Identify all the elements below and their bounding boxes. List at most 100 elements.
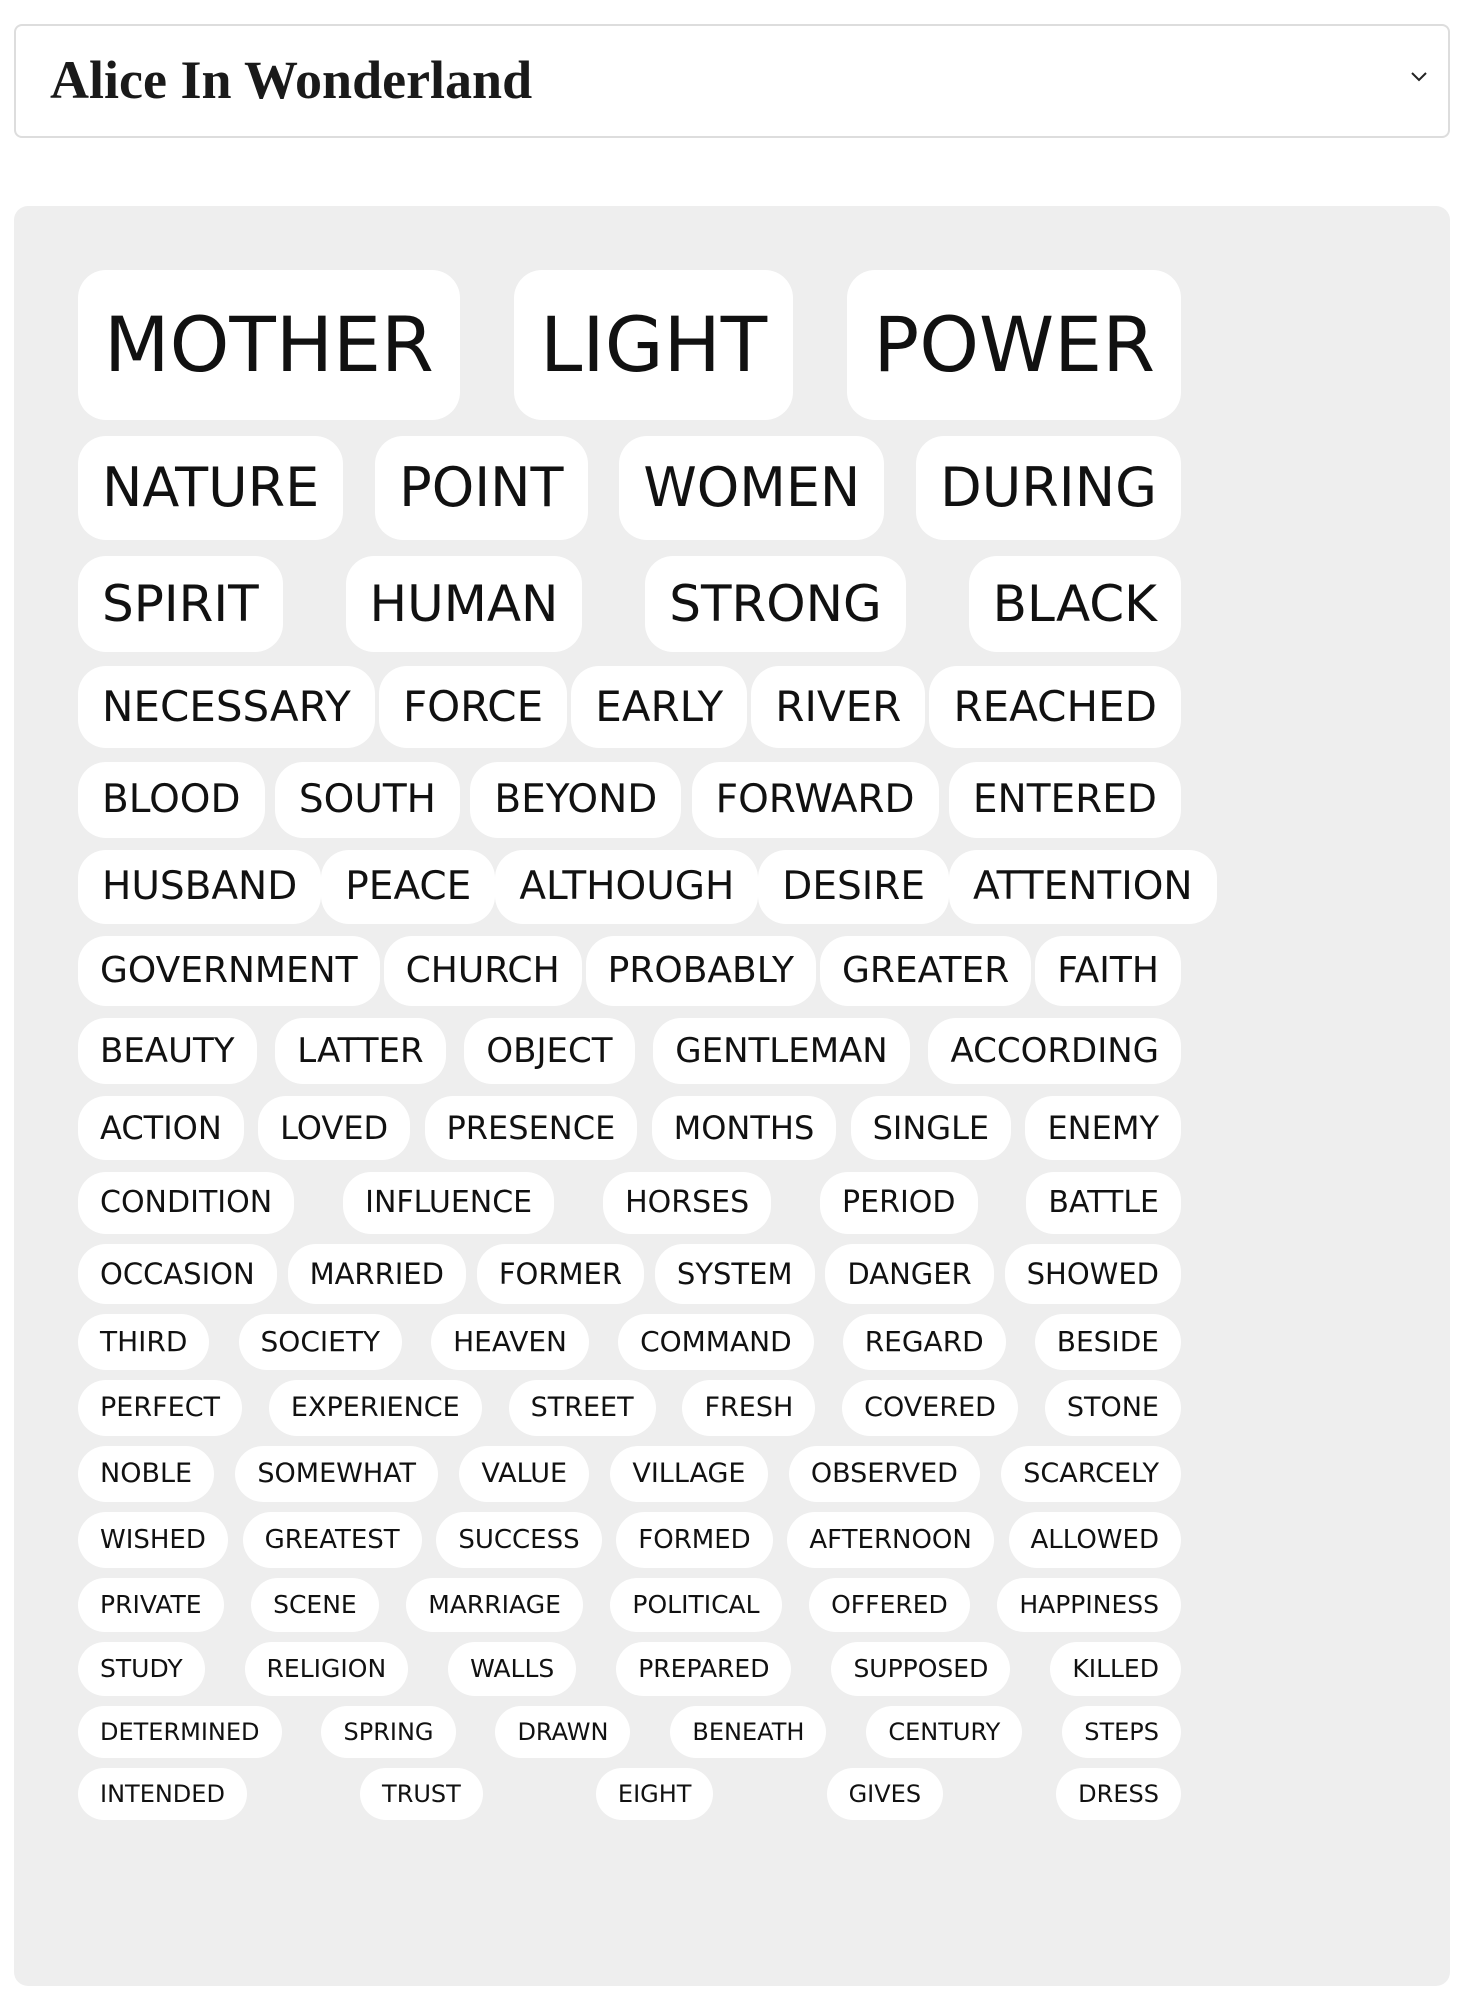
word-tag[interactable]: POLITICAL: [610, 1578, 782, 1632]
word-tag[interactable]: FAITH: [1035, 936, 1181, 1006]
word-tag[interactable]: SCARCELY: [1001, 1446, 1181, 1502]
word-tag[interactable]: OFFERED: [809, 1578, 970, 1632]
word-tag[interactable]: HORSES: [603, 1172, 772, 1234]
word-tag[interactable]: VILLAGE: [610, 1446, 768, 1502]
word-tag[interactable]: ACCORDING: [928, 1018, 1181, 1084]
word-tag[interactable]: EXPERIENCE: [268, 1380, 482, 1436]
word-tag[interactable]: MOTHER: [78, 270, 460, 420]
word-tag[interactable]: DESIRE: [758, 850, 949, 924]
word-tag[interactable]: POWER: [847, 270, 1181, 420]
word-tag[interactable]: HEAVEN: [431, 1314, 589, 1370]
word-tag[interactable]: COVERED: [842, 1380, 1018, 1436]
word-tag[interactable]: FORWARD: [691, 762, 939, 838]
word-tag[interactable]: DRAWN: [495, 1706, 631, 1758]
word-tag[interactable]: SUPPOSED: [831, 1642, 1011, 1696]
word-tag[interactable]: EARLY: [571, 666, 748, 748]
word-tag[interactable]: SHOWED: [1004, 1244, 1181, 1304]
word-tag[interactable]: SPIRIT: [78, 556, 283, 652]
word-tag[interactable]: MARRIAGE: [406, 1578, 583, 1632]
word-tag[interactable]: INFLUENCE: [343, 1172, 555, 1234]
word-tag[interactable]: RELIGION: [244, 1642, 409, 1696]
word-tag[interactable]: REACHED: [929, 666, 1181, 748]
word-tag[interactable]: SOMEWHAT: [235, 1446, 439, 1502]
word-tag[interactable]: PRESENCE: [424, 1096, 638, 1160]
word-tag[interactable]: PEACE: [321, 850, 496, 924]
word-tag[interactable]: THIRD: [78, 1314, 210, 1370]
word-tag[interactable]: WOMEN: [619, 436, 885, 540]
word-tag[interactable]: BESIDE: [1034, 1314, 1181, 1370]
word-tag[interactable]: STREET: [508, 1380, 656, 1436]
word-tag[interactable]: ALTHOUGH: [495, 850, 759, 924]
word-tag[interactable]: CHURCH: [383, 936, 582, 1006]
word-tag[interactable]: BLACK: [968, 556, 1181, 652]
word-tag[interactable]: COMMAND: [618, 1314, 814, 1370]
word-tag[interactable]: GIVES: [826, 1768, 944, 1820]
word-tag[interactable]: MONTHS: [651, 1096, 837, 1160]
word-tag[interactable]: REGARD: [842, 1314, 1006, 1370]
word-tag[interactable]: HUMAN: [345, 556, 583, 652]
word-tag[interactable]: RIVER: [751, 666, 926, 748]
word-tag[interactable]: PROBABLY: [585, 936, 816, 1006]
word-tag[interactable]: LIGHT: [513, 270, 794, 420]
word-tag[interactable]: VALUE: [459, 1446, 590, 1502]
word-tag[interactable]: EIGHT: [595, 1768, 714, 1820]
word-tag[interactable]: INTENDED: [78, 1768, 247, 1820]
word-tag[interactable]: SINGLE: [850, 1096, 1012, 1160]
word-tag[interactable]: SCENE: [251, 1578, 379, 1632]
word-tag[interactable]: WISHED: [78, 1512, 228, 1568]
word-tag[interactable]: TRUST: [360, 1768, 483, 1820]
word-tag[interactable]: POINT: [375, 436, 588, 540]
word-tag[interactable]: SYSTEM: [654, 1244, 815, 1304]
word-tag[interactable]: STEPS: [1062, 1706, 1181, 1758]
word-tag[interactable]: LOVED: [258, 1096, 411, 1160]
word-tag[interactable]: STUDY: [78, 1642, 205, 1696]
word-tag[interactable]: BEAUTY: [78, 1018, 257, 1084]
word-tag[interactable]: FORCE: [378, 666, 568, 748]
word-tag[interactable]: CONDITION: [78, 1172, 295, 1234]
word-tag[interactable]: DANGER: [825, 1244, 994, 1304]
word-tag[interactable]: PREPARED: [616, 1642, 792, 1696]
word-tag[interactable]: ATTENTION: [948, 850, 1217, 924]
word-tag[interactable]: DRESS: [1056, 1768, 1181, 1820]
word-tag[interactable]: PRIVATE: [78, 1578, 224, 1632]
word-tag[interactable]: DETERMINED: [78, 1706, 282, 1758]
word-tag[interactable]: SPRING: [321, 1706, 456, 1758]
word-tag[interactable]: BEYOND: [470, 762, 682, 838]
word-tag[interactable]: CENTURY: [866, 1706, 1023, 1758]
word-tag[interactable]: OCCASION: [78, 1244, 277, 1304]
book-select[interactable]: Alice In Wonderland: [14, 24, 1450, 138]
word-tag[interactable]: HUSBAND: [78, 850, 322, 924]
word-tag[interactable]: STRONG: [645, 556, 906, 652]
word-tag[interactable]: FORMED: [616, 1512, 773, 1568]
word-tag[interactable]: BATTLE: [1026, 1172, 1181, 1234]
word-tag[interactable]: FRESH: [682, 1380, 816, 1436]
word-tag[interactable]: NATURE: [78, 436, 344, 540]
word-tag[interactable]: LATTER: [275, 1018, 446, 1084]
word-tag[interactable]: OBSERVED: [788, 1446, 980, 1502]
word-tag[interactable]: MARRIED: [287, 1244, 466, 1304]
word-tag[interactable]: NOBLE: [78, 1446, 215, 1502]
word-tag[interactable]: ENEMY: [1025, 1096, 1181, 1160]
word-tag[interactable]: AFTERNOON: [787, 1512, 994, 1568]
word-tag[interactable]: ENTERED: [948, 762, 1181, 838]
word-tag[interactable]: PERFECT: [78, 1380, 243, 1436]
word-tag[interactable]: FORMER: [476, 1244, 644, 1304]
word-tag[interactable]: ALLOWED: [1008, 1512, 1181, 1568]
word-tag[interactable]: PERIOD: [820, 1172, 978, 1234]
word-tag[interactable]: KILLED: [1050, 1642, 1181, 1696]
word-tag[interactable]: GOVERNMENT: [78, 936, 380, 1006]
word-tag[interactable]: ACTION: [78, 1096, 244, 1160]
word-tag[interactable]: GENTLEMAN: [653, 1018, 910, 1084]
word-tag[interactable]: BENEATH: [670, 1706, 827, 1758]
word-tag[interactable]: GREATEST: [242, 1512, 422, 1568]
word-tag[interactable]: STONE: [1044, 1380, 1181, 1436]
word-tag[interactable]: BLOOD: [78, 762, 265, 838]
word-tag[interactable]: NECESSARY: [78, 666, 375, 748]
word-tag[interactable]: OBJECT: [464, 1018, 635, 1084]
word-tag[interactable]: WALLS: [448, 1642, 577, 1696]
word-tag[interactable]: GREATER: [820, 936, 1032, 1006]
word-tag[interactable]: SOCIETY: [238, 1314, 403, 1370]
word-tag[interactable]: DURING: [916, 436, 1181, 540]
word-tag[interactable]: SUCCESS: [436, 1512, 602, 1568]
word-tag[interactable]: SOUTH: [274, 762, 461, 838]
